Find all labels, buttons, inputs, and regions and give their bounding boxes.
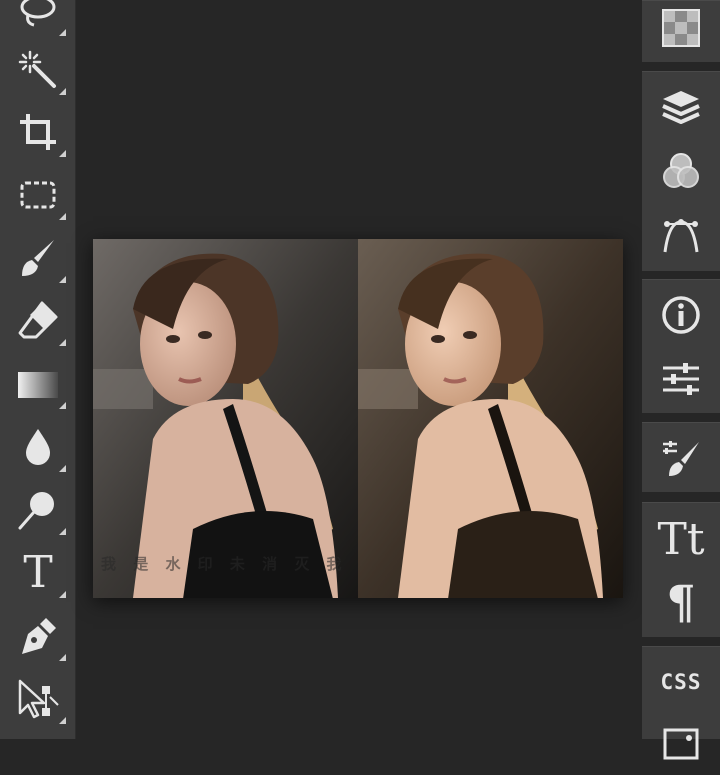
channels-icon	[663, 153, 699, 188]
photo-after	[358, 239, 623, 598]
adjustments-button[interactable]	[642, 348, 720, 410]
text-icon: T	[23, 547, 53, 598]
magic-wand-icon	[18, 50, 56, 88]
dodge-icon	[18, 492, 54, 530]
brush-settings-icon	[663, 441, 699, 476]
paragraph-button[interactable]: ¶	[642, 571, 720, 633]
submenu-indicator-icon	[59, 29, 66, 36]
css-button[interactable]: CSS	[642, 651, 720, 713]
magic-wand-tool[interactable]	[0, 39, 76, 101]
submenu-indicator-icon	[59, 88, 66, 95]
gradient-tool[interactable]	[0, 353, 76, 415]
panel-group-css: CSS	[642, 646, 720, 760]
marquee-select-icon	[20, 181, 56, 209]
portrait-image	[93, 239, 358, 598]
character-icon: Tt	[657, 514, 705, 565]
eraser-tool[interactable]	[0, 290, 76, 352]
image-icon	[663, 728, 699, 760]
canvas-area[interactable]: 我 是 水 印 未 消 灭 我	[76, 0, 642, 739]
paths-icon	[663, 219, 699, 253]
eraser-icon	[18, 301, 58, 339]
direct-select-tool[interactable]	[0, 668, 76, 730]
panel-group-type: Tt ¶	[642, 502, 720, 637]
text-tool[interactable]: T	[0, 542, 76, 604]
info-button[interactable]	[642, 284, 720, 346]
submenu-indicator-icon	[59, 276, 66, 283]
submenu-indicator-icon	[59, 717, 66, 724]
info-icon	[662, 296, 700, 334]
panel-group-brush	[642, 422, 720, 492]
adjustments-icon	[663, 363, 699, 395]
submenu-indicator-icon	[59, 150, 66, 157]
brush-tool[interactable]	[0, 227, 76, 289]
crop-icon	[20, 114, 56, 150]
submenu-indicator-icon	[59, 402, 66, 409]
document-canvas[interactable]: 我 是 水 印 未 消 灭 我	[93, 239, 623, 598]
paths-button[interactable]	[642, 205, 720, 267]
pen-tool[interactable]	[0, 605, 76, 667]
submenu-indicator-icon	[59, 213, 66, 220]
gradient-icon	[18, 372, 58, 398]
image-button[interactable]	[642, 713, 720, 775]
channels-button[interactable]	[642, 140, 720, 202]
blur-drop-icon	[26, 429, 50, 465]
character-button[interactable]: Tt	[642, 509, 720, 571]
submenu-indicator-icon	[59, 528, 66, 535]
paragraph-icon: ¶	[666, 575, 696, 629]
panel-group-layers	[642, 71, 720, 271]
dodge-tool[interactable]	[0, 479, 76, 541]
lasso-icon	[20, 0, 56, 27]
panel-group-swatches	[642, 0, 720, 62]
panel-group-info	[642, 279, 720, 413]
swatches-button[interactable]	[642, 0, 720, 59]
lasso-tool[interactable]	[0, 0, 76, 42]
css-icon: CSS	[660, 670, 702, 694]
brush-settings-button[interactable]	[642, 427, 720, 489]
blur-tool[interactable]	[0, 416, 76, 478]
submenu-indicator-icon	[59, 339, 66, 346]
submenu-indicator-icon	[59, 654, 66, 661]
photo-before: 我 是 水 印 未 消 灭 我	[93, 239, 358, 598]
layers-icon	[662, 91, 700, 124]
brush-icon	[22, 240, 54, 276]
submenu-indicator-icon	[59, 591, 66, 598]
direct-select-icon	[18, 679, 59, 719]
swatches-icon	[662, 9, 700, 47]
submenu-indicator-icon	[59, 465, 66, 472]
left-toolbar: T	[0, 0, 76, 739]
portrait-image-retouched	[358, 239, 623, 598]
crop-tool[interactable]	[0, 101, 76, 163]
right-panel: Tt ¶ CSS	[642, 0, 720, 760]
layers-button[interactable]	[642, 76, 720, 138]
pen-icon	[22, 618, 56, 654]
watermark-text: 我 是 水 印 未 消 灭 我	[101, 555, 348, 573]
marquee-tool[interactable]	[0, 164, 76, 226]
